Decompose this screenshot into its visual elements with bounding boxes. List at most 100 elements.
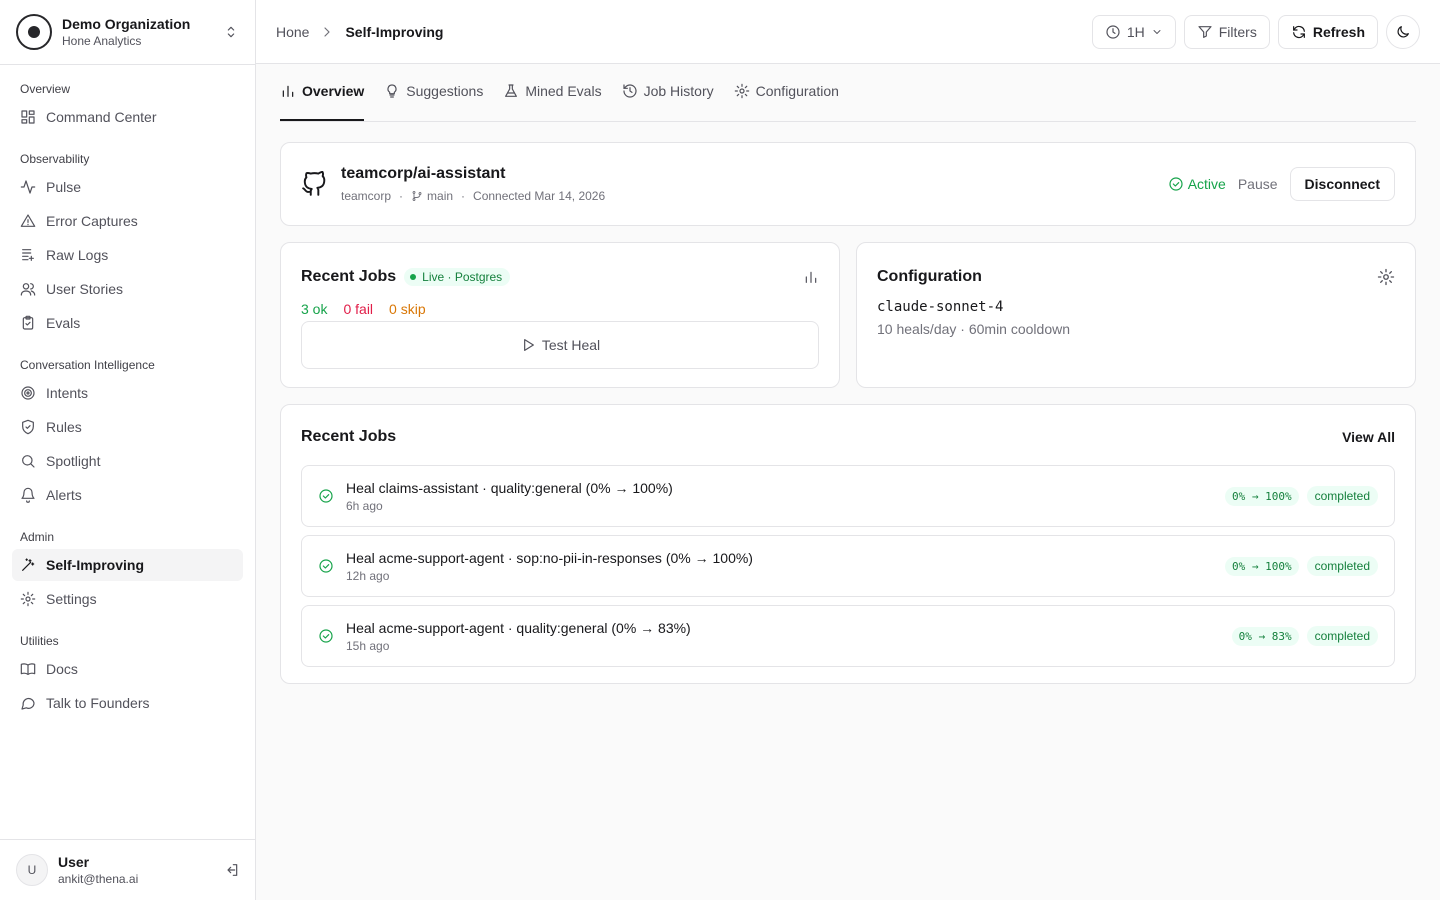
org-subtitle: Hone Analytics [62,34,142,48]
logs-icon [20,247,36,263]
refresh-label: Refresh [1312,23,1365,40]
tab-label: Suggestions [406,83,484,99]
pause-button[interactable]: Pause [1238,176,1278,192]
nav-group-label: Admin [20,530,55,544]
nav-group-label: Overview [20,82,71,96]
avatar[interactable]: U [16,854,48,886]
sidebar-item-self-improving[interactable]: Self-Improving [12,549,243,581]
tab-configuration[interactable]: Configuration [734,63,839,121]
tab-job-history[interactable]: Job History [622,63,714,121]
time-range-value: 1H [1126,23,1145,40]
sidebar-item-alerts[interactable]: Alerts [12,479,243,511]
sidebar-item-evals[interactable]: Evals [12,307,243,339]
tab-label: Job History [643,83,714,99]
sidebar-item-label: Intents [46,385,89,401]
book-icon [20,661,36,677]
shield-check-icon [20,419,36,435]
nav-group-conversation-intelligence: Conversation Intelligence Intents Rules … [12,355,243,511]
sidebar-item-label: Pulse [46,179,82,195]
status-badge: Active [1168,176,1226,192]
org-logo [16,14,52,50]
score-delta-badge: 0% → 83% [1231,626,1299,646]
sidebar-item-label: User Stories [46,281,124,297]
git-branch-icon [411,190,423,202]
tab-label: Overview [302,83,365,99]
top-header: Hone Self-Improving 1H Filters Refresh [256,0,1440,64]
sidebar-item-label: Error Captures [46,213,138,229]
job-stats: 3 ok 0 fail 0 skip [301,299,819,319]
time-range-select[interactable]: 1H [1091,14,1176,49]
check-circle-icon [318,628,334,644]
stat-skip: 0 skip [389,301,426,317]
target-icon [20,385,36,401]
breadcrumb: Hone Self-Improving [276,24,1084,40]
status-badge: completed [1306,626,1378,646]
filters-button[interactable]: Filters [1183,14,1270,49]
chat-bubble-icon [20,695,36,711]
sidebar-item-label: Evals [46,315,81,331]
sidebar-item-intents[interactable]: Intents [12,377,243,409]
job-title: Heal claims-assistant · quality:general … [346,480,673,496]
nav-group-overview: Overview Command Center [12,79,243,133]
disconnect-button[interactable]: Disconnect [1289,167,1395,201]
sidebar-nav: Overview Command Center Observability Pu… [0,65,255,719]
sidebar-item-pulse[interactable]: Pulse [12,171,243,203]
card-title: Recent Jobs [301,428,397,445]
list-item[interactable]: Heal acme-support-agent · sop:no-pii-in-… [301,535,1395,597]
config-meta: 10 heals/day · 60min cooldown [877,321,1071,337]
sidebar-item-label: Raw Logs [46,247,109,263]
refresh-button[interactable]: Refresh [1277,14,1378,49]
sidebar-item-label: Alerts [46,487,82,503]
bar-chart-icon[interactable] [803,269,819,285]
check-circle-icon [1168,176,1184,192]
tab-suggestions[interactable]: Suggestions [384,63,483,121]
sidebar-item-rules[interactable]: Rules [12,411,243,443]
sidebar-item-spotlight[interactable]: Spotlight [12,445,243,477]
logout-icon[interactable] [224,862,240,878]
live-badge-label: Live · Postgres [422,270,503,284]
repo-meta: teamcorp · main · Connected Mar 14, 2026 [341,189,606,203]
clock-icon [1105,24,1121,40]
user-menu: U User ankit@thena.ai [0,839,256,900]
breadcrumb-home[interactable]: Hone [276,24,309,40]
sidebar-item-label: Docs [46,661,78,677]
sidebar-item-label: Rules [46,419,82,435]
sidebar-item-settings[interactable]: Settings [12,583,243,615]
chevrons-up-down-icon[interactable] [223,24,239,40]
sidebar-item-docs[interactable]: Docs [12,653,243,685]
bell-icon [20,487,36,503]
recent-jobs-list-card: Recent Jobs View All Heal claims-assista… [280,404,1416,684]
list-item[interactable]: Heal claims-assistant · quality:general … [301,465,1395,527]
test-heal-button[interactable]: Test Heal [301,321,819,369]
nav-group-admin: Admin Self-Improving Settings [12,527,243,615]
refresh-icon [1291,24,1307,40]
sidebar-item-error-captures[interactable]: Error Captures [12,205,243,237]
job-time: 12h ago [346,569,390,583]
theme-toggle-button[interactable] [1386,14,1420,49]
stat-ok: 3 ok [301,301,328,317]
tab-bar: Overview Suggestions Mined Evals Job His… [280,64,1416,122]
repo-connection-card: teamcorp/ai-assistant teamcorp · main · … [280,142,1416,226]
model-name: claude-sonnet-4 [877,299,1004,315]
sidebar-item-raw-logs[interactable]: Raw Logs [12,239,243,271]
list-item[interactable]: Heal acme-support-agent · quality:genera… [301,605,1395,667]
org-switcher[interactable]: Demo Organization Hone Analytics [0,0,255,65]
sidebar-item-talk-to-founders[interactable]: Talk to Founders [12,687,243,719]
user-name: User [58,854,90,870]
sidebar-item-command-center[interactable]: Command Center [12,101,243,133]
nav-group-observability: Observability Pulse Error Captures Raw L… [12,149,243,339]
sidebar-item-user-stories[interactable]: User Stories [12,273,243,305]
view-all-link[interactable]: View All [1342,429,1395,445]
gear-icon[interactable] [1377,268,1395,286]
check-circle-icon [318,488,334,504]
search-icon [20,453,36,469]
nav-group-label: Observability [20,152,90,166]
tab-overview[interactable]: Overview [280,63,365,121]
status-badge: completed [1306,556,1378,576]
score-delta-badge: 0% → 100% [1225,486,1299,506]
tab-mined-evals[interactable]: Mined Evals [503,63,602,121]
clipboard-check-icon [20,315,36,331]
org-name: Demo Organization [62,16,191,32]
chevron-down-icon [1151,26,1163,38]
configuration-card: Configuration claude-sonnet-4 10 heals/d… [856,242,1416,388]
